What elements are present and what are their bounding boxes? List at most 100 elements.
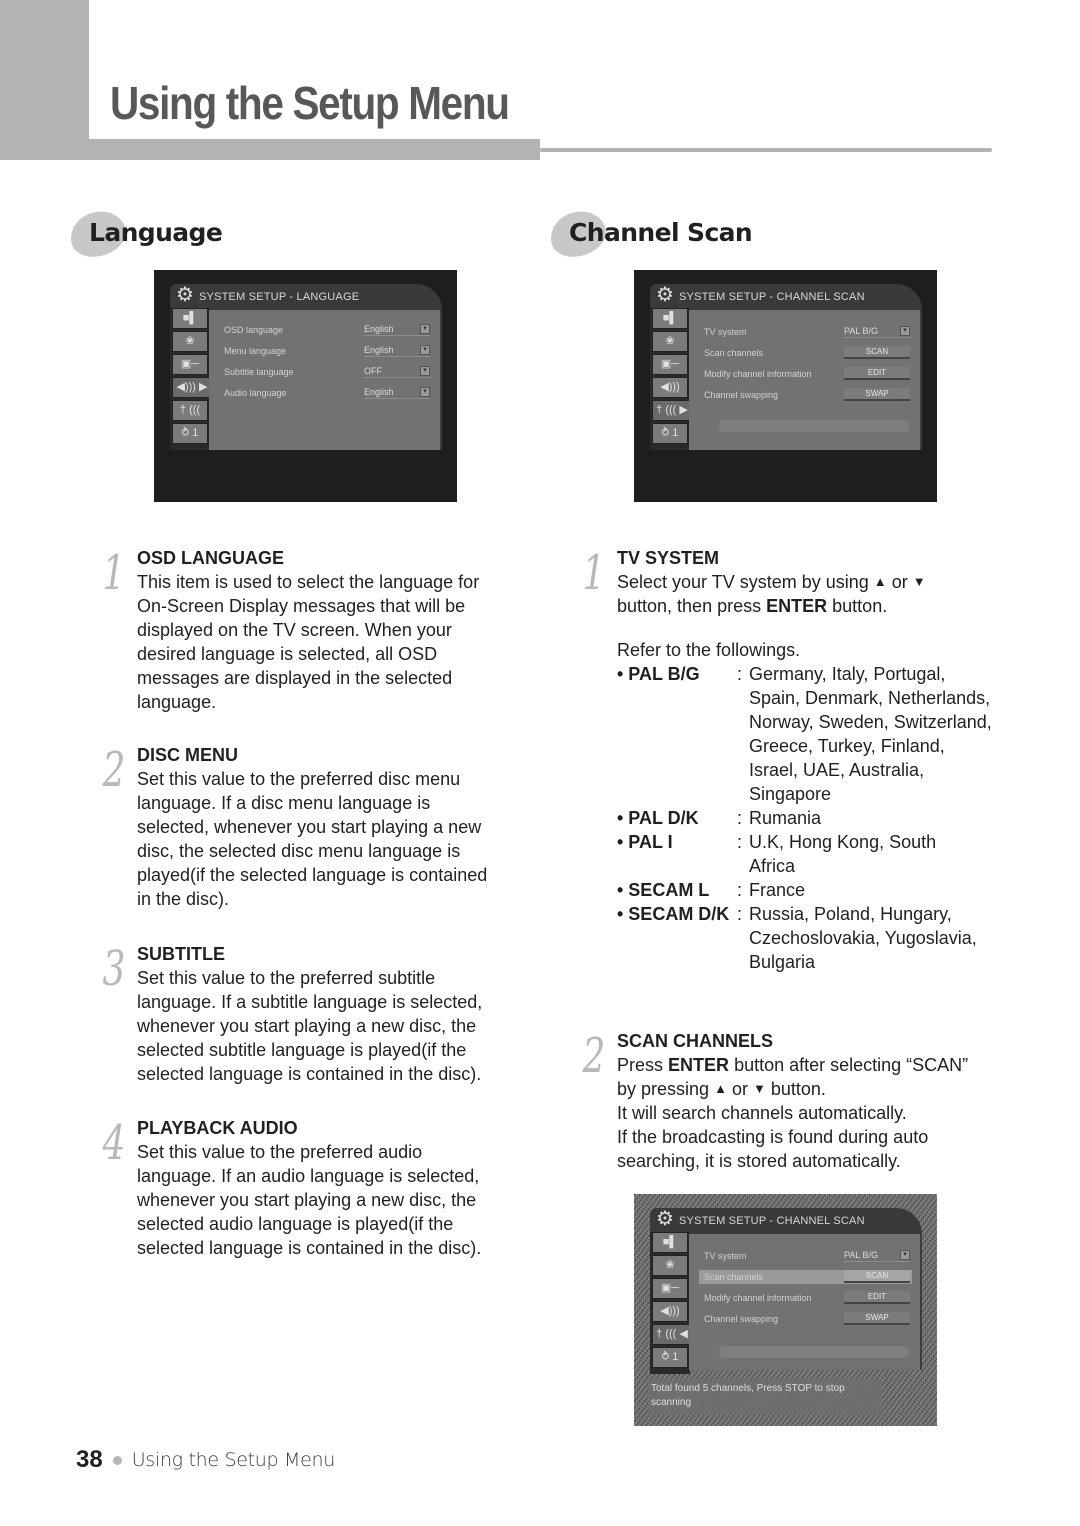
display-setup-tab-icon: ■▌ xyxy=(652,1232,688,1253)
dropdown-arrow-icon: ▾ xyxy=(900,1250,910,1260)
tv-system-name: • SECAM L xyxy=(617,880,710,900)
system-setup-tab-icon: ▣─ xyxy=(172,354,208,375)
scan-channels-label: Scan channels xyxy=(704,348,764,358)
tv-system-name: • SECAM D/K xyxy=(617,904,730,924)
gear-icon: ⚙ xyxy=(656,1208,674,1230)
step-description: Select your TV system by using ▲ or ▼ bu… xyxy=(617,572,926,616)
header-band xyxy=(0,139,540,160)
tv-system-name: • PAL I xyxy=(617,832,673,852)
step-heading: TV SYSTEM xyxy=(617,548,720,568)
step-heading: OSD LANGUAGE xyxy=(137,548,285,568)
step-heading: DISC MENU xyxy=(137,745,239,765)
audio-language-label: Audio language xyxy=(224,388,287,398)
timer-tab-icon: ⥁ 1 xyxy=(652,423,688,444)
dropdown-arrow-icon: ▾ xyxy=(420,345,430,355)
system-setup-tab-icon: ▣─ xyxy=(652,1278,688,1299)
modify-channel-label: Modify channel information xyxy=(704,369,812,379)
osd-title: SYSTEM SETUP - CHANNEL SCAN xyxy=(679,291,865,303)
osd-screenshot-language: ⚙ SYSTEM SETUP - LANGUAGE ■▌ ❀ ▣─ ◀))) ▶… xyxy=(154,270,457,502)
enter-key-label: ENTER xyxy=(668,1055,730,1075)
osd-screenshot-channel-scan: ⚙ SYSTEM SETUP - CHANNEL SCAN ■▌ ❀ ▣─ ◀)… xyxy=(634,270,937,502)
timer-tab-icon: ⥁ 1 xyxy=(652,1347,688,1368)
step-heading: SCAN CHANNELS xyxy=(617,1031,774,1051)
osd-title: SYSTEM SETUP - CHANNEL SCAN xyxy=(679,1215,865,1227)
header-accent-block xyxy=(0,0,89,160)
section-title: Channel Scan xyxy=(569,218,753,247)
subtitle-language-label: Subtitle language xyxy=(224,367,294,377)
step-heading: SUBTITLE xyxy=(137,944,225,964)
scan-channels-label: Scan channels xyxy=(704,1272,764,1282)
step-number: 1 xyxy=(582,545,606,601)
display-setup-tab-icon: ■▌ xyxy=(172,308,208,329)
edit-button: EDIT xyxy=(844,367,910,380)
menu-language-label: Menu language xyxy=(224,346,287,356)
subtitle-language-value: OFF ▾ xyxy=(364,366,430,378)
step-osd-language: 1 OSD LANGUAGE This item is used to sele… xyxy=(103,546,517,714)
language-setup-tab-icon: ◀))) xyxy=(652,1301,688,1322)
step-number: 3 xyxy=(102,941,126,997)
osd-screenshot-scanning: ⚙ SYSTEM SETUP - CHANNEL SCAN ■▌ ❀ ▣─ ◀)… xyxy=(634,1194,937,1426)
tv-system-countries: Rumania xyxy=(749,808,822,828)
video-setup-tab-icon: ❀ xyxy=(172,331,208,352)
osd-language-value: English ▾ xyxy=(364,324,430,336)
refer-text: Refer to the followings. xyxy=(617,640,801,660)
channel-scan-tab-icon: † ((( xyxy=(172,400,208,421)
swap-button: SWAP xyxy=(844,388,910,401)
channel-scan-tab-icon: † ((( ▶ xyxy=(652,400,692,421)
osd-panel: TV system PAL B/G ▾ Scan channels SCAN Mo… xyxy=(689,1234,922,1370)
step-playback-audio: 4 PLAYBACK AUDIO Set this value to the p… xyxy=(103,1116,517,1260)
bullet-dot-icon xyxy=(112,1455,122,1465)
menu-language-value: English ▾ xyxy=(364,345,430,357)
modify-channel-label: Modify channel information xyxy=(704,1293,812,1303)
video-setup-tab-icon: ❀ xyxy=(652,1255,688,1276)
enter-key-label: ENTER xyxy=(766,596,828,616)
tv-system-name: • PAL D/K xyxy=(617,808,699,828)
section-title: Language xyxy=(89,218,223,247)
step-subtitle: 3 SUBTITLE Set this value to the preferr… xyxy=(103,942,517,1086)
tv-system-value: PAL B/G ▾ xyxy=(844,326,910,338)
tv-system-label: TV system xyxy=(704,327,747,337)
osd-language-label: OSD language xyxy=(224,325,284,335)
language-setup-tab-icon: ◀))) ▶ xyxy=(172,377,212,398)
footer-section-label: Using the Setup Menu xyxy=(131,1449,336,1471)
step-scan-channels: 2 SCAN CHANNELS Press ENTER button after… xyxy=(583,1029,997,1173)
tv-system-row: • SECAM L : France xyxy=(617,878,997,902)
tv-system-label: TV system xyxy=(704,1251,747,1261)
osd-title: SYSTEM SETUP - LANGUAGE xyxy=(199,291,360,303)
header-rule xyxy=(540,148,992,152)
osd-panel: TV system PAL B/G ▾ Scan channels SCAN Mo… xyxy=(689,310,922,450)
page-number: 38 xyxy=(76,1446,103,1473)
dropdown-arrow-icon: ▾ xyxy=(420,366,430,376)
tv-system-countries: Russia, Poland, Hungary, Czechoslovakia,… xyxy=(749,904,977,972)
tv-system-list: • PAL B/G : Germany, Italy, Portugal, Sp… xyxy=(617,662,997,974)
video-setup-tab-icon: ❀ xyxy=(652,331,688,352)
audio-language-value: English ▾ xyxy=(364,387,430,399)
osd-help-bar xyxy=(719,420,909,432)
dropdown-arrow-icon: ▾ xyxy=(420,324,430,334)
up-arrow-icon: ▲ xyxy=(714,1081,727,1096)
scan-status-message: Total found 5 channels, Press STOP to st… xyxy=(648,1380,882,1414)
dropdown-arrow-icon: ▾ xyxy=(900,326,910,336)
step-number: 2 xyxy=(582,1028,606,1084)
tv-system-countries: Germany, Italy, Portugal, Spain, Denmark… xyxy=(749,664,992,804)
tv-system-name: • PAL B/G xyxy=(617,664,700,684)
dropdown-arrow-icon: ▾ xyxy=(420,387,430,397)
tv-system-countries: France xyxy=(749,880,806,900)
display-setup-tab-icon: ■▌ xyxy=(652,308,688,329)
scan-button: SCAN xyxy=(844,346,910,359)
tv-system-row: • PAL B/G : Germany, Italy, Portugal, Sp… xyxy=(617,662,997,806)
step-description: Set this value to the preferred disc men… xyxy=(137,769,488,909)
page-footer: 38 Using the Setup Menu xyxy=(76,1446,335,1474)
system-setup-tab-icon: ▣─ xyxy=(652,354,688,375)
tv-system-row: • SECAM D/K : Russia, Poland, Hungary, C… xyxy=(617,902,997,974)
channel-swapping-label: Channel swapping xyxy=(704,390,779,400)
step-description: Set this value to the preferred audio la… xyxy=(137,1142,482,1258)
step-description: Press ENTER button after selecting “SCAN… xyxy=(617,1055,969,1171)
step-disc-menu: 2 DISC MENU Set this value to the prefer… xyxy=(103,743,517,911)
step-tv-system: 1 TV SYSTEM Select your TV system by usi… xyxy=(583,546,997,974)
osd-help-bar xyxy=(719,1346,909,1358)
down-arrow-icon: ▼ xyxy=(753,1081,766,1096)
tv-system-value: PAL B/G ▾ xyxy=(844,1250,910,1262)
step-number: 4 xyxy=(102,1115,126,1171)
down-arrow-icon: ▼ xyxy=(912,574,926,589)
